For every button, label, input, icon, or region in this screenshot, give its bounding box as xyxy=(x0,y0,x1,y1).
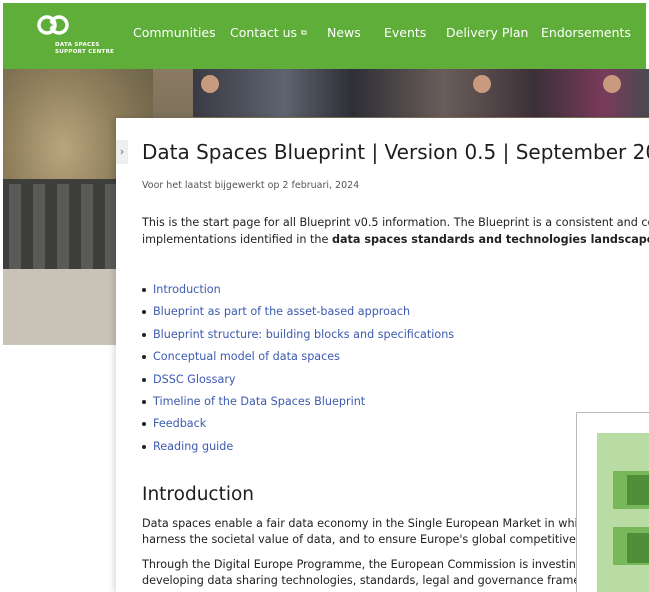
deck-slat xyxy=(33,184,45,274)
toc-item: Conceptual model of data spaces xyxy=(142,349,454,371)
deck-slat xyxy=(57,184,69,274)
deck-slat xyxy=(81,184,93,274)
toc-link-introduction[interactable]: Introduction xyxy=(153,283,221,296)
paragraph-line: Through the Digital Europe Programme, th… xyxy=(142,558,614,571)
deck-slat xyxy=(9,184,21,274)
nav-contact-us[interactable]: Contact us ⧉ xyxy=(230,25,307,40)
nav-endorsements[interactable]: Endorsements xyxy=(541,25,631,40)
hero-hand xyxy=(603,75,621,93)
paragraph-line: harness the societal value of data, and … xyxy=(142,533,617,546)
table-of-contents: Introduction Blueprint as part of the as… xyxy=(142,282,454,461)
nav-delivery-plan[interactable]: Delivery Plan xyxy=(446,25,528,40)
content-card: › Data Spaces Blueprint | Version 0.5 | … xyxy=(116,118,649,592)
intro-line: This is the start page for all Blueprint… xyxy=(142,216,649,229)
section-heading-introduction: Introduction xyxy=(142,484,255,505)
external-link-icon: ⧉ xyxy=(301,28,307,37)
nav-communities[interactable]: Communities xyxy=(133,25,216,40)
last-updated: Voor het laatst bijgewerkt op 2 februari… xyxy=(142,180,360,191)
paragraph-line: Data spaces enable a fair data economy i… xyxy=(142,517,613,530)
toc-link-glossary[interactable]: DSSC Glossary xyxy=(153,373,236,386)
toc-link-reading-guide[interactable]: Reading guide xyxy=(153,440,233,453)
sidebar-toggle-button[interactable]: › xyxy=(116,140,128,164)
toc-link-feedback[interactable]: Feedback xyxy=(153,417,206,430)
toc-link-asset-based-approach[interactable]: Blueprint as part of the asset-based app… xyxy=(153,305,410,318)
paragraph-line: developing data sharing technologies, st… xyxy=(142,574,614,587)
toc-item: Timeline of the Data Spaces Blueprint xyxy=(142,394,454,416)
toc-link-conceptual-model[interactable]: Conceptual model of data spaces xyxy=(153,350,340,363)
intro-line: implementations identified in the data s… xyxy=(142,231,649,248)
intro-text: This is the start page for all Blueprint… xyxy=(142,214,649,248)
toc-item: Reading guide xyxy=(142,439,454,461)
page-title: Data Spaces Blueprint | Version 0.5 | Se… xyxy=(142,140,649,164)
hero-people xyxy=(193,69,649,117)
illustration-block-inner xyxy=(627,475,649,505)
chevron-right-icon: › xyxy=(119,145,125,158)
toc-link-blueprint-structure[interactable]: Blueprint structure: building blocks and… xyxy=(153,328,454,341)
logo-text: DATA SPACES SUPPORT CENTRE xyxy=(55,42,115,55)
toc-item: Blueprint as part of the asset-based app… xyxy=(142,304,454,326)
toc-item: Introduction xyxy=(142,282,454,304)
toc-item: Blueprint structure: building blocks and… xyxy=(142,327,454,349)
toc-item: DSSC Glossary xyxy=(142,372,454,394)
intro-paragraph-2: Through the Digital Europe Programme, th… xyxy=(142,557,649,589)
dssc-logo[interactable]: DATA SPACES SUPPORT CENTRE xyxy=(37,14,117,58)
hero-gravel xyxy=(3,269,123,345)
nav-events[interactable]: Events xyxy=(384,25,426,40)
toc-item: Feedback xyxy=(142,416,454,438)
intro-paragraph-1: Data spaces enable a fair data economy i… xyxy=(142,516,649,548)
landscape-link-text: data spaces standards and technologies l… xyxy=(331,233,649,246)
blueprint-illustration xyxy=(576,412,649,592)
illustration-panel xyxy=(597,433,649,592)
nav-news[interactable]: News xyxy=(327,25,361,40)
toc-link-timeline[interactable]: Timeline of the Data Spaces Blueprint xyxy=(153,395,365,408)
hero-hand xyxy=(473,75,491,93)
logo-mark-icon xyxy=(37,15,69,35)
illustration-block-inner xyxy=(627,533,649,563)
hero-hand xyxy=(201,75,219,93)
site-header: DATA SPACES SUPPORT CENTRE Communities C… xyxy=(3,3,646,69)
